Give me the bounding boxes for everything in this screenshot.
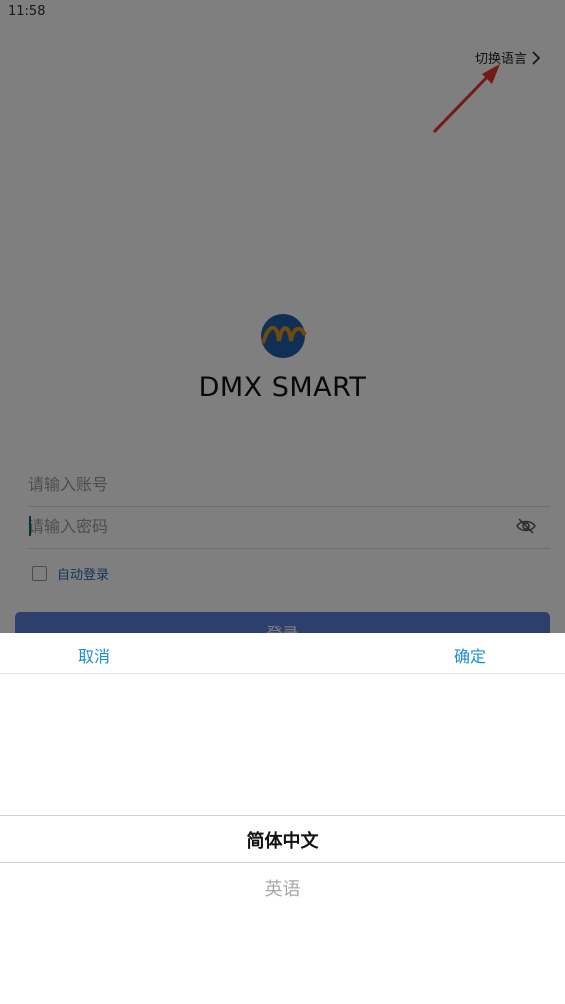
picker-selection-line-top xyxy=(0,815,565,816)
picker-toolbar: 取消 确定 xyxy=(0,633,565,674)
picker-option-simplified-chinese[interactable]: 简体中文 xyxy=(0,827,565,853)
picker-selection-line-bottom xyxy=(0,862,565,863)
confirm-button[interactable]: 确定 xyxy=(454,643,486,667)
language-picker-sheet: 取消 确定 简体中文 英语 xyxy=(0,633,565,1004)
cancel-button[interactable]: 取消 xyxy=(78,643,110,667)
picker-option-english[interactable]: 英语 xyxy=(0,875,565,901)
